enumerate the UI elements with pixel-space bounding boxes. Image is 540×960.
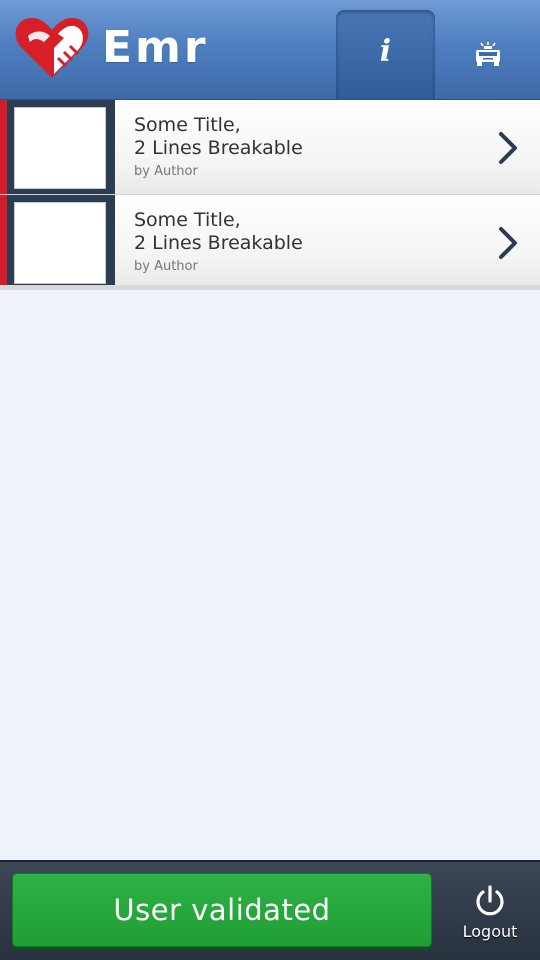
app-header: Emr i [0, 0, 540, 100]
list-item-author: by Author [134, 259, 198, 274]
item-list: Some Title, 2 Lines Breakable by Author … [0, 100, 540, 290]
power-icon [476, 885, 504, 916]
tab-ambulance[interactable] [436, 10, 540, 100]
info-icon: i [379, 33, 392, 69]
ambulance-icon [476, 42, 500, 66]
thumbnail-frame [7, 195, 115, 285]
user-validated-button[interactable]: User validated [12, 873, 432, 947]
logout-label: Logout [462, 922, 518, 941]
logout-button[interactable]: Logout [440, 862, 540, 960]
thumbnail [14, 107, 106, 189]
app-title: Emr [102, 22, 209, 73]
list-item-marker [0, 195, 7, 285]
list-item[interactable]: Some Title, 2 Lines Breakable by Author [0, 100, 540, 195]
tab-info[interactable]: i [336, 10, 435, 100]
thumbnail [14, 202, 106, 284]
chevron-right-icon[interactable] [496, 130, 520, 166]
footer-bar: User validated Logout [0, 860, 540, 960]
list-item-title: Some Title, 2 Lines Breakable [134, 114, 303, 159]
list-item-title: Some Title, 2 Lines Breakable [134, 209, 303, 254]
thumbnail-frame [7, 100, 115, 194]
chevron-right-icon[interactable] [496, 225, 520, 261]
list-item-marker [0, 100, 7, 194]
logo-heart-hand-icon [15, 18, 89, 78]
list-item[interactable]: Some Title, 2 Lines Breakable by Author [0, 195, 540, 290]
list-item-author: by Author [134, 164, 198, 179]
